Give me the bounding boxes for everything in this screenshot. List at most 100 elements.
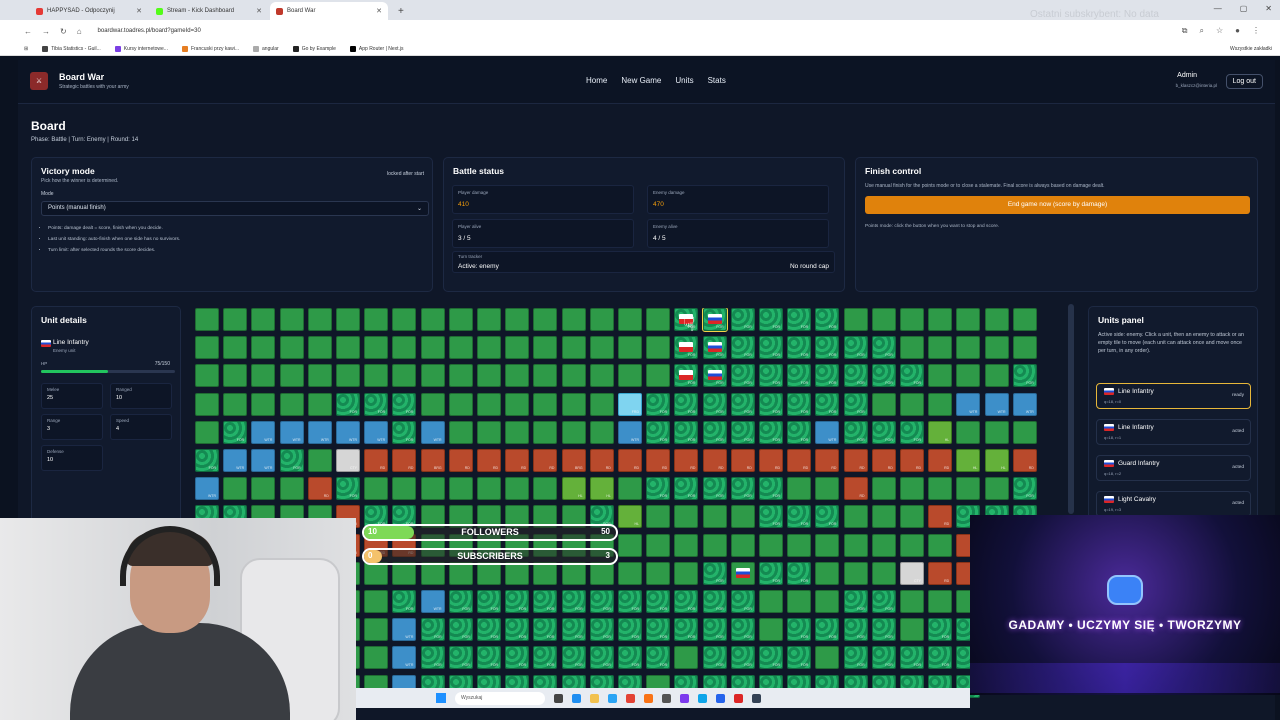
board-tile[interactable]: FOR xyxy=(618,590,642,613)
board-tile[interactable] xyxy=(505,420,530,444)
board-tile[interactable]: BRG xyxy=(420,449,445,472)
board-tile[interactable]: FOR xyxy=(787,618,812,642)
board-war-logo[interactable]: ⚔ xyxy=(30,72,48,90)
home-icon[interactable]: ⌂ xyxy=(77,27,82,36)
board-tile[interactable]: FOR xyxy=(928,646,953,670)
board-tile[interactable]: FOR xyxy=(533,646,558,670)
board-tile[interactable]: FOR xyxy=(730,392,755,416)
board-tile[interactable]: FOR xyxy=(702,336,727,360)
board-tile[interactable]: RD xyxy=(759,449,783,472)
apps-icon[interactable]: ⊞ xyxy=(24,46,28,52)
store-icon[interactable] xyxy=(608,693,617,703)
board-tile[interactable]: FOR xyxy=(843,646,868,670)
board-tile[interactable]: WTR xyxy=(420,420,445,444)
board-tile[interactable] xyxy=(364,618,389,642)
board-tile[interactable]: FOR xyxy=(702,561,727,585)
nav-home[interactable]: Home xyxy=(586,76,607,85)
board-tile[interactable]: FOR xyxy=(223,420,248,444)
board-tile[interactable] xyxy=(674,533,699,557)
board-tile[interactable]: FOR xyxy=(702,420,727,444)
board-tile[interactable] xyxy=(364,336,389,360)
board-tile[interactable]: FOR xyxy=(815,392,840,416)
board-tile[interactable] xyxy=(956,308,981,331)
board-tile[interactable] xyxy=(223,477,248,501)
board-tile[interactable]: FOR xyxy=(730,477,755,501)
board-tile[interactable] xyxy=(787,533,812,557)
board-tile[interactable]: FOR xyxy=(336,477,360,501)
board-tile[interactable]: FOR xyxy=(730,618,755,642)
board-tile[interactable]: FOR xyxy=(843,618,868,642)
board-tile[interactable] xyxy=(871,392,896,416)
board-tile[interactable] xyxy=(533,308,558,331)
board-tile[interactable]: FOR xyxy=(646,420,671,444)
board-tile[interactable] xyxy=(646,533,671,557)
minimize-icon[interactable]: — xyxy=(1214,4,1222,13)
board-tile[interactable] xyxy=(533,477,558,501)
board-tile[interactable]: FOR xyxy=(843,364,868,388)
board-tile[interactable]: RD xyxy=(392,449,417,472)
board-tile[interactable]: HL xyxy=(561,477,586,501)
board-tile[interactable]: RD xyxy=(815,449,840,472)
board-tile[interactable] xyxy=(251,477,276,501)
board-tile[interactable]: RD xyxy=(477,449,501,472)
board-tile[interactable]: FRD xyxy=(618,392,642,416)
board-tile[interactable]: FOR xyxy=(561,618,586,642)
board-tile[interactable] xyxy=(730,561,755,585)
board-tile[interactable]: FOR xyxy=(364,392,389,416)
enemy-unit-flag-icon[interactable] xyxy=(735,567,750,578)
vscode-icon[interactable] xyxy=(698,693,707,703)
board-tile[interactable] xyxy=(223,392,248,416)
board-tile[interactable]: FOR xyxy=(759,308,783,331)
board-tile[interactable]: WTR xyxy=(815,420,840,444)
board-tile[interactable] xyxy=(956,477,981,501)
board-tile[interactable]: FOR xyxy=(900,364,924,388)
board-tile[interactable] xyxy=(307,449,332,472)
board-tile[interactable]: RD xyxy=(1012,449,1037,472)
board-tile[interactable] xyxy=(307,308,332,331)
player-unit-flag-icon[interactable] xyxy=(679,342,694,353)
board-tile[interactable]: RD xyxy=(589,449,614,472)
edge-icon[interactable] xyxy=(572,693,581,703)
all-bookmarks-link[interactable]: Wszystkie zakładki xyxy=(1230,46,1280,52)
board-tile[interactable]: FOR xyxy=(420,646,445,670)
board-tile[interactable] xyxy=(1012,336,1037,360)
obs-icon[interactable] xyxy=(680,693,689,703)
board-tile[interactable] xyxy=(279,308,304,331)
board-tile[interactable]: FOR xyxy=(420,618,445,642)
board-tile[interactable]: FOR xyxy=(787,420,812,444)
board-tile[interactable]: FOR xyxy=(589,618,614,642)
board-tile[interactable] xyxy=(646,364,671,388)
board-tile[interactable] xyxy=(702,533,727,557)
board-tile[interactable] xyxy=(1012,420,1037,444)
unit-card[interactable]: Line Infantry q=18, r=1 acted xyxy=(1096,419,1251,445)
board-tile[interactable] xyxy=(477,336,501,360)
victory-mode-select[interactable]: Points (manual finish) ⌄ xyxy=(41,201,429,216)
board-tile[interactable] xyxy=(815,561,840,585)
board-tile[interactable] xyxy=(984,336,1009,360)
board-tile[interactable]: RD xyxy=(871,449,896,472)
board-tile[interactable] xyxy=(646,336,671,360)
board-tile[interactable]: FOR xyxy=(448,646,473,670)
board-tile[interactable]: FOR xyxy=(674,590,699,613)
board-tile[interactable] xyxy=(674,561,699,585)
browser-tab-music[interactable]: HAPPYSAD - Odpoczynij ✕ xyxy=(30,2,148,20)
board-tile[interactable] xyxy=(223,364,248,388)
board-tile[interactable]: FOR xyxy=(646,590,671,613)
board-tile[interactable] xyxy=(477,364,501,388)
board-tile[interactable]: FOR xyxy=(759,477,783,501)
firefox-icon[interactable] xyxy=(644,693,653,703)
board-tile[interactable]: FOR xyxy=(646,646,671,670)
board-tile[interactable] xyxy=(871,533,896,557)
board-tile[interactable] xyxy=(392,364,417,388)
close-icon[interactable]: ✕ xyxy=(136,7,142,15)
end-game-button[interactable]: End game now (score by damage) xyxy=(865,196,1250,214)
board-tile[interactable]: HL xyxy=(956,449,981,472)
board-tile[interactable]: FOR xyxy=(759,364,783,388)
board-tile[interactable] xyxy=(420,364,445,388)
board-tile[interactable] xyxy=(674,646,699,670)
board-tile[interactable]: FOR xyxy=(730,364,755,388)
board-tile[interactable] xyxy=(815,477,840,501)
nav-new-game[interactable]: New Game xyxy=(621,76,661,85)
board-tile[interactable] xyxy=(956,364,981,388)
board-tile[interactable]: FOR xyxy=(279,449,304,472)
